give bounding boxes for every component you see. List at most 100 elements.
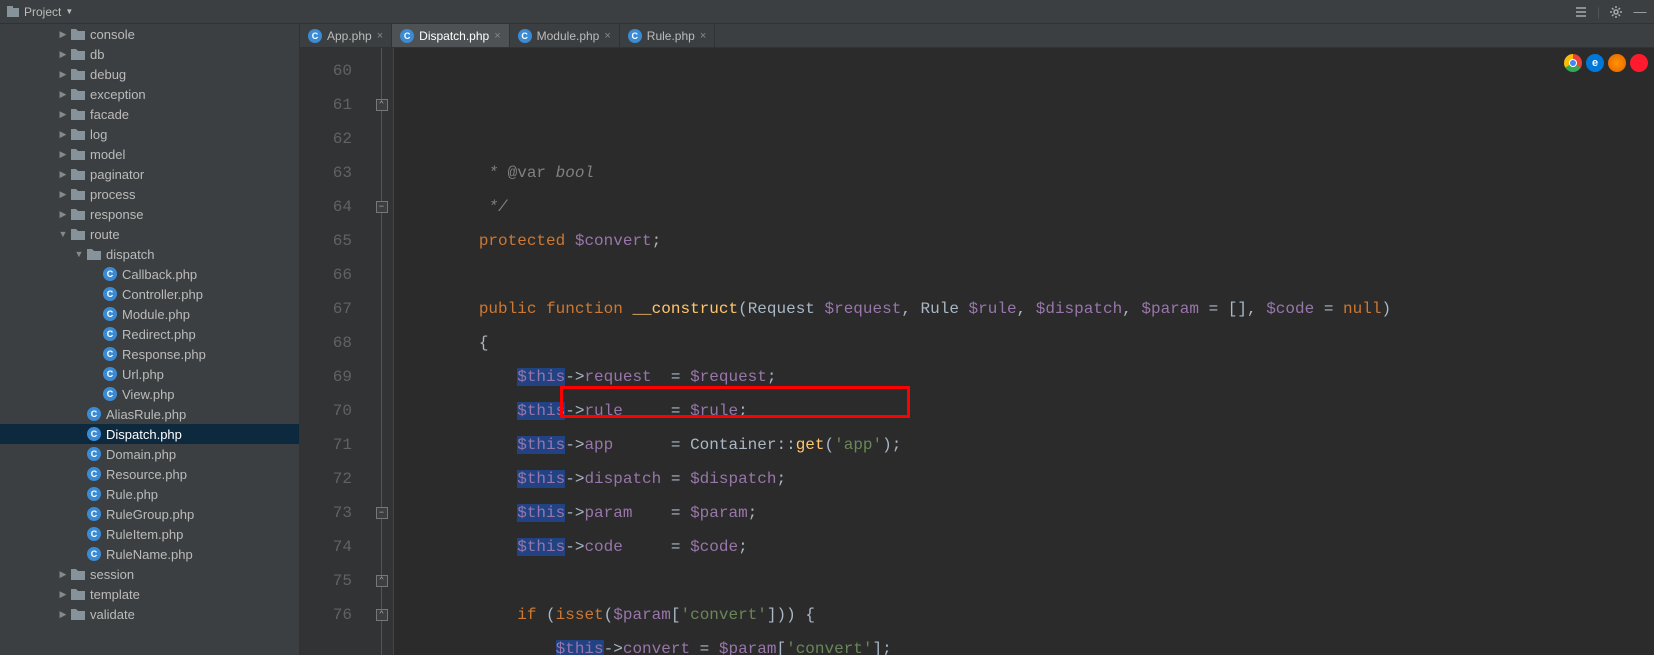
- code-line[interactable]: $this->param = $param;: [402, 496, 1654, 530]
- line-number: 68: [300, 326, 352, 360]
- code-line[interactable]: $this->code = $code;: [402, 530, 1654, 564]
- tree-item-rulename-php[interactable]: CRuleName.php: [0, 544, 299, 564]
- tree-item-resource-php[interactable]: CResource.php: [0, 464, 299, 484]
- tree-item-label: log: [90, 127, 107, 142]
- code-line[interactable]: $this->request = $request;: [402, 360, 1654, 394]
- php-file-icon: C: [628, 29, 642, 43]
- code-line[interactable]: $this->app = Container::get('app');: [402, 428, 1654, 462]
- tree-item-debug[interactable]: ▶debug: [0, 64, 299, 84]
- gear-icon[interactable]: [1608, 4, 1624, 20]
- tree-arrow-icon[interactable]: ▶: [56, 69, 70, 80]
- code-line[interactable]: $this->convert = $param['convert'];: [402, 632, 1654, 655]
- close-icon[interactable]: ×: [377, 30, 383, 42]
- fold-marker: [370, 530, 393, 564]
- php-file-icon: C: [86, 466, 102, 482]
- code-line[interactable]: $this->rule = $rule;: [402, 394, 1654, 428]
- code-line[interactable]: [402, 258, 1654, 292]
- fold-marker[interactable]: ⌃: [370, 564, 393, 598]
- tree-arrow-icon[interactable]: ▶: [56, 129, 70, 140]
- tree-arrow-icon[interactable]: ▶: [56, 609, 70, 620]
- tree-item-console[interactable]: ▶console: [0, 24, 299, 44]
- editor-body[interactable]: 6061626364656667686970717273747576 ⌃−−⌃⌃…: [300, 48, 1654, 655]
- tree-item-db[interactable]: ▶db: [0, 44, 299, 64]
- tree-item-rulegroup-php[interactable]: CRuleGroup.php: [0, 504, 299, 524]
- tree-item-label: RuleGroup.php: [106, 507, 194, 522]
- tree-item-module-php[interactable]: CModule.php: [0, 304, 299, 324]
- close-icon[interactable]: ×: [604, 30, 610, 42]
- tree-item-redirect-php[interactable]: CRedirect.php: [0, 324, 299, 344]
- line-number: 65: [300, 224, 352, 258]
- hide-icon[interactable]: —: [1632, 4, 1648, 20]
- tab-rule-php[interactable]: CRule.php×: [620, 24, 715, 47]
- tree-item-response-php[interactable]: CResponse.php: [0, 344, 299, 364]
- tab-module-php[interactable]: CModule.php×: [510, 24, 620, 47]
- code-line[interactable]: * @var bool: [402, 156, 1654, 190]
- tree-item-controller-php[interactable]: CController.php: [0, 284, 299, 304]
- tree-item-validate[interactable]: ▶validate: [0, 604, 299, 624]
- fold-marker[interactable]: ⌃: [370, 88, 393, 122]
- tree-item-log[interactable]: ▶ log: [0, 124, 299, 144]
- tree-item-label: model: [90, 147, 125, 162]
- tree-item-url-php[interactable]: CUrl.php: [0, 364, 299, 384]
- tree-item-label: Domain.php: [106, 447, 176, 462]
- tree-item-session[interactable]: ▶session: [0, 564, 299, 584]
- code-line[interactable]: $this->dispatch = $dispatch;: [402, 462, 1654, 496]
- tree-arrow-icon[interactable]: ▶: [56, 569, 70, 580]
- tree-item-facade[interactable]: ▶facade: [0, 104, 299, 124]
- tree-arrow-icon[interactable]: ▶: [56, 169, 70, 180]
- tree-item-label: View.php: [122, 387, 175, 402]
- tree-item-model[interactable]: ▶ model: [0, 144, 299, 164]
- code-line[interactable]: public function __construct(Request $req…: [402, 292, 1654, 326]
- project-tree[interactable]: ▶console▶db▶debug▶exception▶facade▶log▶m…: [0, 24, 300, 655]
- code-line[interactable]: */: [402, 190, 1654, 224]
- tree-item-route[interactable]: ▼route: [0, 224, 299, 244]
- tree-arrow-icon[interactable]: ▶: [56, 49, 70, 60]
- code-area[interactable]: * @var bool */ protected $convert; publi…: [394, 48, 1654, 655]
- code-line[interactable]: [402, 564, 1654, 598]
- tree-item-view-php[interactable]: CView.php: [0, 384, 299, 404]
- tree-arrow-icon[interactable]: ▶: [56, 209, 70, 220]
- tree-arrow-icon[interactable]: ▶: [56, 89, 70, 100]
- close-icon[interactable]: ×: [494, 30, 500, 42]
- firefox-icon[interactable]: [1608, 54, 1626, 72]
- tab-app-php[interactable]: CApp.php×: [300, 24, 392, 47]
- tree-item-domain-php[interactable]: CDomain.php: [0, 444, 299, 464]
- chrome-icon[interactable]: [1564, 54, 1582, 72]
- tree-item-exception[interactable]: ▶exception: [0, 84, 299, 104]
- tree-arrow-icon[interactable]: ▶: [56, 109, 70, 120]
- edge-icon[interactable]: e: [1586, 54, 1604, 72]
- tree-item-process[interactable]: ▶process: [0, 184, 299, 204]
- php-file-icon: C: [86, 546, 102, 562]
- tree-item-callback-php[interactable]: CCallback.php: [0, 264, 299, 284]
- tree-item-response[interactable]: ▶response: [0, 204, 299, 224]
- fold-marker[interactable]: −: [370, 190, 393, 224]
- tree-item-aliasrule-php[interactable]: CAliasRule.php: [0, 404, 299, 424]
- php-file-icon: C: [102, 286, 118, 302]
- tree-item-template[interactable]: ▶template: [0, 584, 299, 604]
- tree-item-dispatch-php[interactable]: CDispatch.php: [0, 424, 299, 444]
- code-line[interactable]: protected $convert;: [402, 224, 1654, 258]
- collapse-icon[interactable]: [1573, 4, 1589, 20]
- tree-item-ruleitem-php[interactable]: CRuleItem.php: [0, 524, 299, 544]
- close-icon[interactable]: ×: [700, 30, 706, 42]
- tree-item-rule-php[interactable]: CRule.php: [0, 484, 299, 504]
- tree-arrow-icon[interactable]: ▶: [56, 589, 70, 600]
- opera-icon[interactable]: [1630, 54, 1648, 72]
- code-line[interactable]: if (isset($param['convert'])) {: [402, 598, 1654, 632]
- fold-marker[interactable]: −: [370, 496, 393, 530]
- tree-arrow-icon[interactable]: ▶: [56, 149, 70, 160]
- tree-item-dispatch[interactable]: ▼dispatch: [0, 244, 299, 264]
- fold-marker[interactable]: ⌃: [370, 598, 393, 632]
- tree-arrow-icon[interactable]: ▼: [72, 249, 86, 259]
- tree-arrow-icon[interactable]: ▶: [56, 189, 70, 200]
- folder-icon: [70, 226, 86, 242]
- fold-gutter[interactable]: ⌃−−⌃⌃: [370, 48, 394, 655]
- tab-dispatch-php[interactable]: CDispatch.php×: [392, 24, 509, 47]
- tree-arrow-icon[interactable]: ▼: [56, 229, 70, 239]
- fold-marker: [370, 394, 393, 428]
- tree-arrow-icon[interactable]: ▶: [56, 29, 70, 40]
- code-line[interactable]: {: [402, 326, 1654, 360]
- project-dropdown[interactable]: Project ▼: [6, 5, 73, 19]
- tab-label: App.php: [327, 29, 372, 43]
- tree-item-paginator[interactable]: ▶paginator: [0, 164, 299, 184]
